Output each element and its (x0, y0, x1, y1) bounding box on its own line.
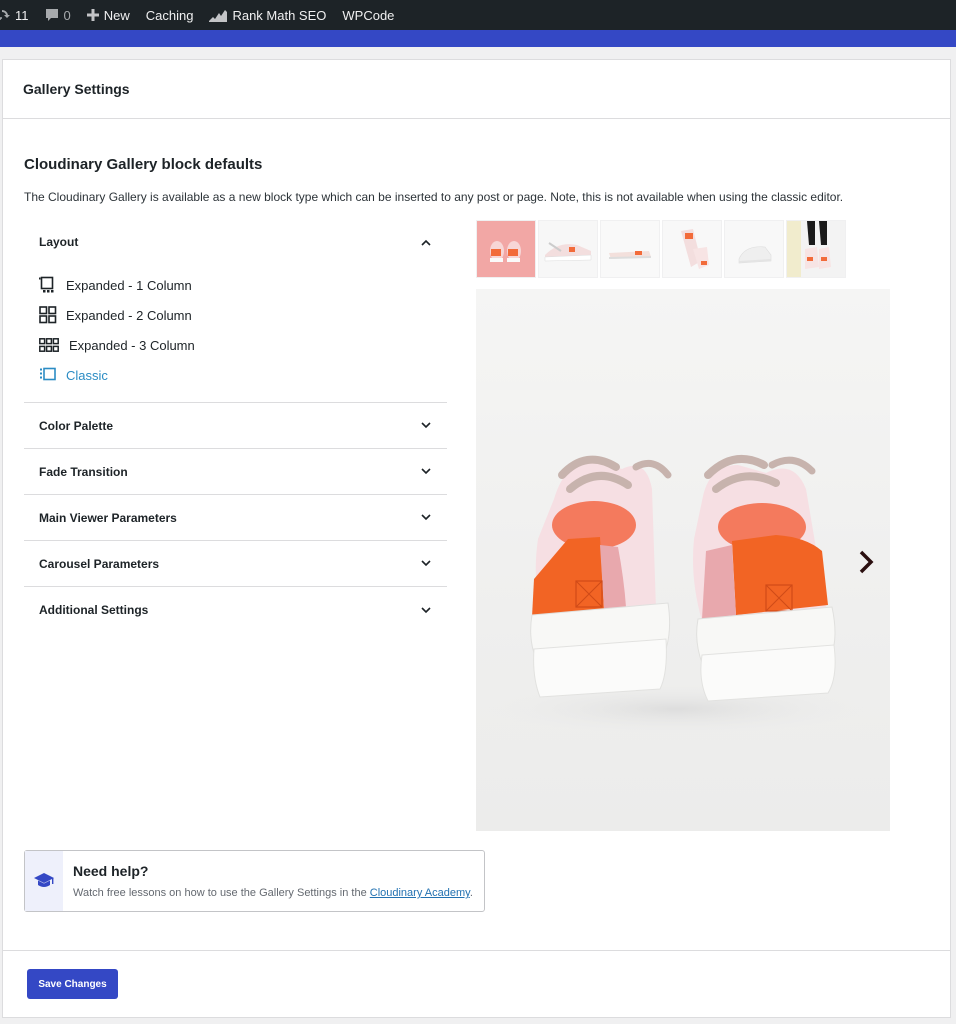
fade-transition-accordion-header[interactable]: Fade Transition (24, 449, 447, 495)
gallery-thumbnail[interactable] (476, 220, 536, 278)
gallery-settings-panel: Gallery Settings Cloudinary Gallery bloc… (2, 59, 951, 1018)
carousel-parameters-accordion-header[interactable]: Carousel Parameters (24, 541, 447, 587)
layout-option-label: Expanded - 1 Column (66, 277, 192, 293)
layout-option-label: Classic (66, 367, 108, 383)
single-column-icon (39, 276, 59, 294)
gallery-thumbnail[interactable] (786, 220, 846, 278)
three-column-grid-icon (39, 336, 62, 354)
additional-settings-accordion-header[interactable]: Additional Settings (24, 587, 447, 633)
panel-header: Gallery Settings (3, 60, 950, 119)
comments-item[interactable]: 0 (37, 0, 79, 30)
gallery-thumbnails (476, 220, 848, 278)
two-column-grid-icon (39, 306, 59, 324)
layout-option-label: Expanded - 3 Column (69, 337, 195, 353)
gallery-thumbnail[interactable] (662, 220, 722, 278)
wpcode-label: WPCode (342, 7, 395, 23)
chevron-down-icon (421, 559, 431, 569)
wpcode-item[interactable]: WPCode (334, 0, 402, 30)
help-desc-text: Watch free lessons on how to use the Gal… (73, 887, 370, 899)
section-description: The Cloudinary Gallery is available as a… (24, 190, 844, 204)
layout-option-1-column[interactable]: Expanded - 1 Column (39, 270, 447, 300)
classic-layout-icon (39, 366, 59, 384)
help-title: Need help? (73, 863, 149, 879)
gallery-next-arrow[interactable] (855, 547, 877, 577)
accordion-label: Main Viewer Parameters (39, 510, 177, 525)
admin-bar: 11 0 New Caching Rank Math SEO WPCode (0, 0, 956, 30)
accordion-label: Carousel Parameters (39, 556, 160, 571)
gallery-thumbnail[interactable] (538, 220, 598, 278)
header-band (0, 30, 956, 47)
gallery-thumbnail[interactable] (600, 220, 660, 278)
chevron-down-icon (421, 513, 431, 523)
layout-label: Layout (39, 235, 79, 249)
layout-options: Expanded - 1 Column Expanded - 2 Column … (24, 264, 447, 403)
gallery-main-viewer (476, 289, 890, 831)
layout-option-3-column[interactable]: Expanded - 3 Column (39, 330, 447, 360)
accordion-label: Additional Settings (39, 603, 149, 617)
caching-label: Caching (145, 7, 194, 23)
help-box: Need help? Watch free lessons on how to … (24, 850, 485, 912)
help-description: Watch free lessons on how to use the Gal… (73, 887, 473, 899)
color-palette-accordion-header[interactable]: Color Palette (24, 403, 447, 449)
chevron-right-icon (859, 550, 874, 574)
comments-count: 0 (63, 7, 71, 23)
layout-option-label: Expanded - 2 Column (66, 307, 192, 323)
cloudinary-academy-link[interactable]: Cloudinary Academy (370, 887, 470, 899)
layout-option-classic[interactable]: Classic (39, 360, 447, 390)
chevron-down-icon (421, 605, 431, 615)
rankmath-label: Rank Math SEO (232, 7, 327, 23)
save-changes-button[interactable]: Save Changes (27, 969, 118, 999)
section-title: Cloudinary Gallery block defaults (24, 156, 263, 173)
accordion-label: Fade Transition (39, 464, 128, 479)
chevron-up-icon (421, 237, 431, 247)
updates-item[interactable]: 11 (0, 0, 37, 30)
gallery-thumbnail[interactable] (724, 220, 784, 278)
layout-option-2-column[interactable]: Expanded - 2 Column (39, 300, 447, 330)
caching-item[interactable]: Caching (138, 0, 202, 30)
sneakers-image (486, 455, 866, 735)
layout-accordion-header[interactable]: Layout (24, 220, 447, 264)
updates-icon (0, 8, 10, 22)
graduation-cap-icon (25, 851, 63, 911)
rankmath-icon (209, 8, 228, 22)
chevron-down-icon (421, 467, 431, 477)
main-viewer-parameters-accordion-header[interactable]: Main Viewer Parameters (24, 495, 447, 541)
help-desc-suffix: . (469, 887, 473, 899)
new-label: New (103, 7, 130, 23)
panel-footer: Save Changes (3, 950, 950, 1017)
chevron-down-icon (421, 421, 431, 431)
settings-accordion: Layout Expanded - 1 Column Expanded - 2 … (24, 220, 447, 633)
updates-count: 11 (15, 7, 29, 23)
panel-title: Gallery Settings (23, 81, 130, 97)
comment-icon (45, 8, 59, 22)
rankmath-item[interactable]: Rank Math SEO (201, 0, 334, 30)
new-item[interactable]: New (79, 0, 138, 30)
accordion-label: Color Palette (39, 418, 114, 433)
plus-icon (86, 9, 99, 21)
